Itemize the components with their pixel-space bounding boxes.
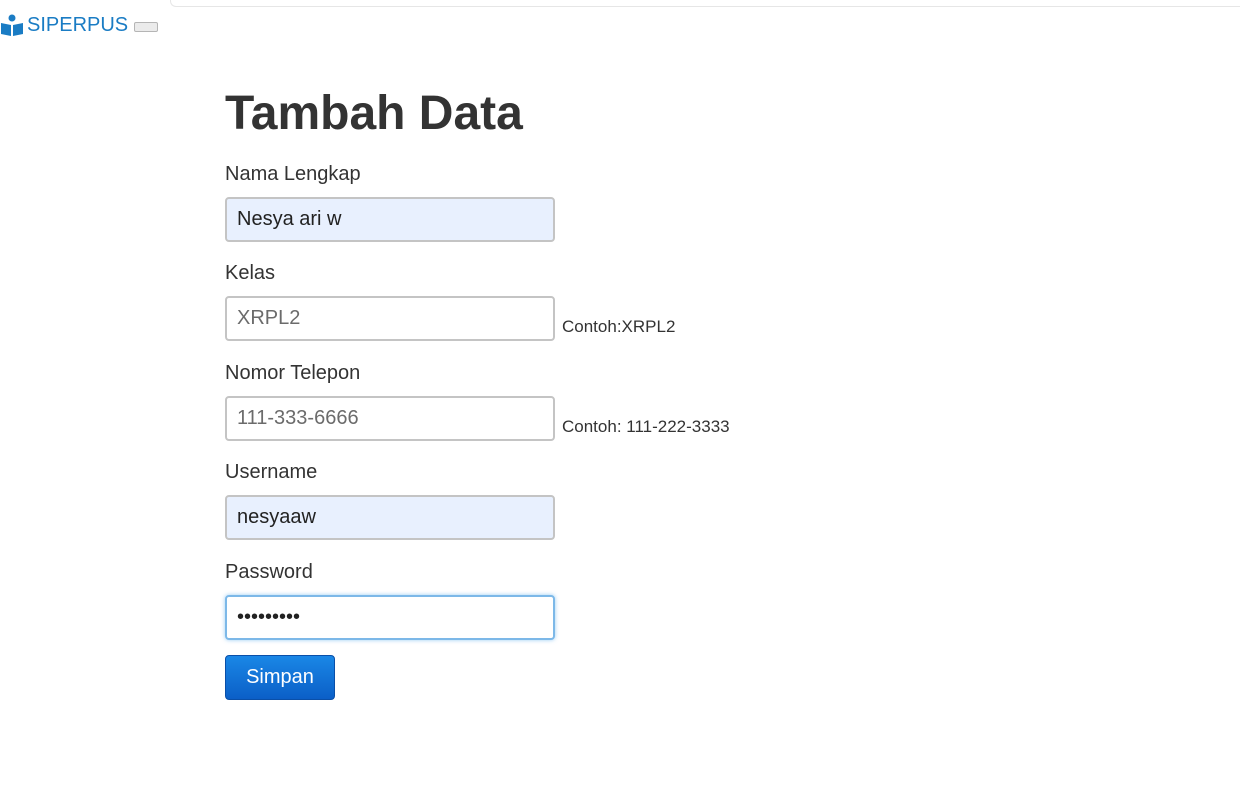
page-title: Tambah Data	[225, 87, 523, 140]
brand-label: SIPERPUS	[27, 13, 129, 36]
form-container: Tambah Data Nama Lengkap Kelas Contoh:XR…	[225, 82, 925, 700]
username-input[interactable]	[225, 495, 555, 540]
telepon-input[interactable]	[225, 396, 555, 441]
navbar-toggle-button[interactable]	[134, 21, 159, 32]
kelas-label: Kelas	[225, 262, 276, 284]
password-label: Password	[225, 561, 313, 583]
nama-field: Nama Lengkap	[225, 162, 925, 242]
username-label: Username	[225, 461, 318, 483]
save-button[interactable]: Simpan	[225, 655, 335, 700]
browser-edge	[170, 0, 1240, 7]
telepon-hint: Contoh: 111-222-3333	[562, 417, 730, 436]
username-field: Username	[225, 460, 925, 540]
nama-label: Nama Lengkap	[225, 163, 361, 185]
navbar: SIPERPUS	[0, 10, 159, 40]
kelas-field: Kelas Contoh:XRPL2	[225, 261, 925, 341]
password-input[interactable]	[225, 595, 555, 640]
nama-input[interactable]	[225, 197, 555, 242]
telepon-label: Nomor Telepon	[225, 362, 361, 384]
reader-book-icon	[0, 13, 24, 37]
kelas-input[interactable]	[225, 296, 555, 341]
brand-link[interactable]: SIPERPUS	[0, 13, 128, 37]
telepon-field: Nomor Telepon Contoh: 111-222-3333	[225, 361, 925, 441]
password-field: Password	[225, 560, 925, 640]
kelas-hint: Contoh:XRPL2	[562, 317, 676, 336]
